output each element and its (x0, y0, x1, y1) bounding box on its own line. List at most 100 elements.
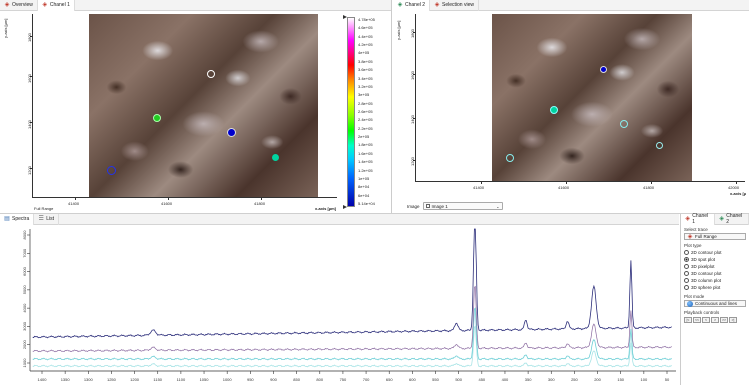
plot-type-option[interactable]: 3D spot plot (681, 256, 749, 263)
x-tick-label: 1400 (38, 377, 48, 382)
tab-overview[interactable]: ◈ Overview (0, 0, 38, 11)
playback-button[interactable]: |< (684, 317, 692, 323)
x-tick (566, 181, 567, 184)
radio-button[interactable] (684, 250, 689, 255)
playback-button[interactable]: >| (729, 317, 737, 323)
spot-marker-ring[interactable] (620, 120, 628, 128)
y-tick-label: 1600 (27, 74, 32, 83)
radio-button[interactable] (684, 271, 689, 276)
tab-label: Chanel 1 (692, 213, 709, 225)
image-dropdown-value: Image 1 (425, 203, 448, 209)
range-label: Full Range (34, 206, 54, 211)
select-trace-title: Select trace (684, 227, 708, 232)
playback-button[interactable]: < (702, 317, 710, 323)
y-tick-label: 1400 (27, 120, 32, 129)
microscope-image[interactable] (89, 14, 318, 197)
x-tick-label: 1050 (200, 377, 210, 382)
spectrum-icon: ◈ (685, 216, 690, 222)
image-dropdown[interactable]: Image 1 ⌄ (422, 202, 503, 210)
radio-button[interactable] (684, 257, 689, 262)
plot-area-2[interactable] (413, 14, 745, 184)
plot-type-title: Plot type (684, 243, 702, 248)
plot-type-option[interactable]: 3D contour plot (681, 270, 749, 277)
tab-chanel-1[interactable]: ◈ Chanel 1 (37, 0, 75, 11)
colorbar-label: 3.4e+05 (358, 75, 373, 81)
colorbar-label: 2.4e+05 (358, 117, 373, 123)
spot-marker-ring[interactable] (506, 154, 514, 162)
colorbar-label: 5.14e+04 (358, 201, 375, 206)
tab-chanel-2-settings[interactable]: ◈ Chanel 2 (715, 213, 749, 225)
tab-chanel-2[interactable]: ◈ Chanel 2 (393, 0, 431, 11)
x-tick-label: 350 (525, 377, 532, 382)
x-tick (261, 197, 262, 200)
radio-button[interactable] (684, 264, 689, 269)
y-tick-label: 4000 (22, 303, 27, 313)
x-tick-label: 300 (548, 377, 555, 382)
y-tick-label: 1400 (410, 115, 415, 124)
tab-list[interactable]: ☰ List (34, 213, 60, 225)
y-tick-label: 1800 (410, 29, 415, 38)
colorbar-max-handle[interactable] (343, 15, 347, 19)
spot-marker-green[interactable] (153, 114, 161, 122)
x-tick-label: 650 (386, 377, 393, 382)
spot-marker-blue-ring[interactable] (107, 166, 116, 175)
spot-marker-teal[interactable] (550, 106, 558, 114)
x-tick-label: 1100 (177, 377, 186, 382)
spot-marker-white[interactable] (207, 70, 215, 78)
spot-marker-ring[interactable] (656, 142, 663, 149)
playback-button[interactable]: > (711, 317, 719, 323)
x-tick-label: 41400 (473, 185, 485, 190)
y-tick-label: 3000 (22, 321, 27, 331)
colorbar[interactable] (347, 17, 355, 207)
colorbar-min-handle[interactable] (343, 205, 347, 209)
colorbar-label: 4e+05 (358, 50, 370, 56)
y-tick-label: 6000 (22, 266, 27, 276)
plot-type-label: 3D sphere plot (691, 285, 721, 290)
spectrum-icon: ◈ (397, 2, 403, 8)
colorbar-label: 3.6e+05 (358, 67, 373, 73)
tab-spectra[interactable]: ▤ Spectra (0, 213, 35, 225)
playback-button[interactable]: >> (720, 317, 728, 323)
spectrum-icon: ◈ (719, 216, 724, 222)
colorbar-label: 2e+05 (358, 134, 370, 140)
plot-type-option[interactable]: 3D column plot (681, 277, 749, 284)
plot-type-option[interactable]: 2D contour plot (681, 249, 749, 256)
select-trace-dropdown[interactable]: ◈ Full Range (684, 233, 746, 240)
y-tick-label: 1200 (410, 157, 415, 166)
colorbar-label: 3.8e+05 (358, 58, 373, 64)
x-tick (168, 197, 169, 200)
plot-type-option[interactable]: 3D pixelplot (681, 263, 749, 270)
plot-type-group: 2D contour plot 3D spot plot 3D pixelplot 3… (681, 249, 749, 291)
x-tick-label: 450 (478, 377, 485, 382)
spectrum-plot[interactable]: 1000 2000 3000 4000 5000 6000 7000 8000 1400 1350… (0, 225, 679, 385)
tab-selection-view[interactable]: ◈ Selection view (430, 0, 479, 11)
spectrum-lines (32, 228, 672, 368)
microscope-image-2[interactable] (492, 14, 692, 181)
selection-icon: ◈ (434, 2, 440, 8)
image-value-text: Image 1 (431, 203, 448, 209)
plot-mode-dropdown[interactable]: Continuous and lines (684, 300, 746, 307)
plot-mode-title: Plot mode (684, 294, 705, 299)
tab-label: Selection view (442, 2, 474, 8)
tab-label: Chanel 2 (405, 2, 426, 8)
x-tick-label: 150 (617, 377, 624, 382)
spot-marker-blue[interactable] (600, 66, 607, 73)
colorbar-label: 4.4e+05 (358, 33, 373, 39)
tab-chanel-1-settings[interactable]: ◈ Chanel 1 (681, 213, 715, 225)
radio-button[interactable] (684, 278, 689, 283)
chanel-2-panel: ◈ Chanel 2 ◈ Selection view y-axis [µm] … (393, 0, 749, 213)
x-tick-label: 550 (432, 377, 439, 382)
plot-area[interactable] (30, 14, 337, 200)
radio-button[interactable] (684, 285, 689, 290)
chanel-2-tabbar: ◈ Chanel 2 ◈ Selection view (393, 0, 749, 11)
plot-type-option[interactable]: 3D sphere plot (681, 284, 749, 291)
spot-marker-teal[interactable] (272, 154, 279, 161)
playback-button[interactable]: << (693, 317, 701, 323)
plot-type-label: 3D contour plot (691, 271, 722, 276)
x-tick-label: 400 (502, 377, 509, 382)
plot-type-label: 3D spot plot (691, 257, 716, 262)
spectrum-line-dark (32, 228, 672, 339)
x-tick-label: 41800 (254, 201, 266, 206)
tab-label: Chanel 1 (49, 2, 70, 8)
spot-marker-blue[interactable] (227, 128, 236, 137)
